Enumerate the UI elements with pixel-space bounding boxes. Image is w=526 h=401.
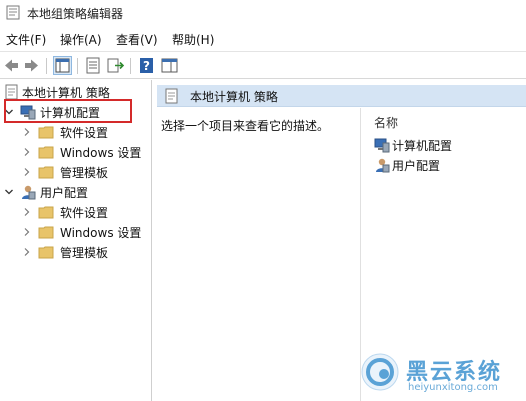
policy-document-icon [165,88,178,104]
menu-help[interactable]: 帮助(H) [172,31,214,48]
tree-item-label: 软件设置 [60,126,109,140]
user-icon [22,185,36,200]
folder-icon [38,126,54,139]
toolbar: ? [0,51,526,79]
chevron-right-icon[interactable] [22,127,32,137]
tree-item-windows-settings[interactable]: Windows 设置 [0,142,151,162]
chevron-right-icon[interactable] [22,247,32,257]
folder-icon [38,146,54,159]
help-icon[interactable]: ? [137,56,156,75]
show-hide-console-tree-icon[interactable] [53,56,72,75]
tree-item-label: Windows 设置 [60,146,142,160]
properties-icon[interactable] [84,56,103,75]
folder-icon [38,226,54,239]
policy-editor-app-icon [6,5,20,20]
tree-item-label: 软件设置 [60,206,109,220]
tree-item-software-settings[interactable]: 软件设置 [0,122,151,142]
tree-item-software-settings[interactable]: 软件设置 [0,202,151,222]
chevron-right-icon[interactable] [22,167,32,177]
tree-item-label: 管理模板 [60,166,109,180]
console-tree-pane: 本地计算机 策略 计算机配置 软件设置 Windows 设置 管理模板 用户配置… [0,80,152,401]
red-highlight-annotation [4,99,132,123]
description-text: 选择一个项目来查看它的描述。 [161,119,330,133]
title-bar: 本地组策略编辑器 [0,0,526,26]
toolbar-separator [130,58,131,74]
svg-text:?: ? [143,59,150,73]
user-icon [376,158,390,173]
tree-item-label: 用户配置 [40,186,89,200]
list-item-computer-configuration[interactable]: 计算机配置 [374,135,524,155]
site-watermark: 黑云系统 heiyunxitong.com [360,352,526,401]
menu-view[interactable]: 查看(V) [116,31,158,48]
export-list-icon[interactable] [106,56,125,75]
tree-item-label: 管理模板 [60,246,109,260]
policy-document-icon [5,84,18,100]
details-header: 本地计算机 策略 [157,85,526,107]
heiyun-logo-icon [361,353,399,391]
menu-file[interactable]: 文件(F) [6,31,46,48]
list-item-label: 计算机配置 [392,139,453,153]
folder-icon [38,166,54,179]
tree-item-label: Windows 设置 [60,226,142,240]
description-area: 选择一个项目来查看它的描述。 [157,108,361,401]
watermark-url: heiyunxitong.com [408,382,498,393]
forward-arrow-icon[interactable] [22,56,41,75]
toolbar-separator [77,58,78,74]
computer-icon [374,138,390,153]
folder-icon [38,206,54,219]
tree-item-administrative-templates[interactable]: 管理模板 [0,162,151,182]
window-title: 本地组策略编辑器 [27,7,124,21]
chevron-down-icon[interactable] [4,187,14,197]
back-arrow-icon[interactable] [2,56,21,75]
details-header-title: 本地计算机 策略 [190,90,278,104]
tree-item-user-configuration[interactable]: 用户配置 [0,182,151,202]
chevron-right-icon[interactable] [22,147,32,157]
toolbar-separator [46,58,47,74]
show-hide-action-pane-icon[interactable] [160,56,179,75]
chevron-right-icon[interactable] [22,207,32,217]
column-header-name[interactable]: 名称 [374,114,398,131]
menu-bar: 文件(F) 操作(A) 查看(V) 帮助(H) [0,27,526,50]
list-item-user-configuration[interactable]: 用户配置 [374,155,524,175]
folder-icon [38,246,54,259]
chevron-right-icon[interactable] [22,227,32,237]
tree-item-windows-settings[interactable]: Windows 设置 [0,222,151,242]
menu-action[interactable]: 操作(A) [60,31,102,48]
tree-item-administrative-templates[interactable]: 管理模板 [0,242,151,262]
list-item-label: 用户配置 [392,159,441,173]
